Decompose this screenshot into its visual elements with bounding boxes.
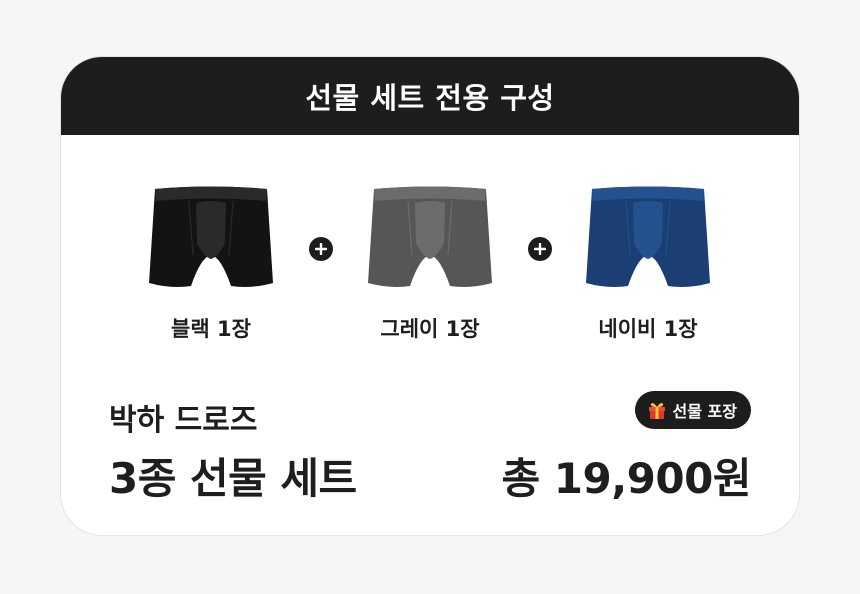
product-label: 네이비 1장: [598, 317, 698, 341]
gift-set-card: 선물 세트 전용 구성 블랙 1장 그레이 1장 네이비 1장 박하 드로즈 3…: [60, 56, 800, 536]
total-price: 총 19,900원: [501, 454, 752, 503]
plus-icon: [528, 237, 552, 261]
navy-drawers-image: [586, 186, 710, 287]
plus-icon: [309, 237, 333, 261]
gray-drawers-image: [368, 186, 492, 287]
product-gray: 그레이 1장: [350, 183, 510, 343]
badge-label: 선물 포장: [672, 402, 737, 421]
product-label: 그레이 1장: [380, 317, 480, 341]
gift-icon: [648, 403, 665, 419]
black-drawers-image: [149, 186, 273, 287]
card-header: 선물 세트 전용 구성: [61, 57, 799, 135]
product-navy: 네이비 1장: [568, 183, 728, 343]
set-name: 3종 선물 세트: [109, 454, 357, 503]
gift-wrap-badge: 선물 포장: [634, 391, 751, 429]
product-black: 블랙 1장: [131, 183, 291, 343]
product-label: 블랙 1장: [171, 317, 251, 341]
brand-name: 박하 드로즈: [109, 403, 258, 438]
card-title: 선물 세트 전용 구성: [305, 81, 555, 115]
product-lineup: 블랙 1장 그레이 1장 네이비 1장: [61, 183, 799, 343]
